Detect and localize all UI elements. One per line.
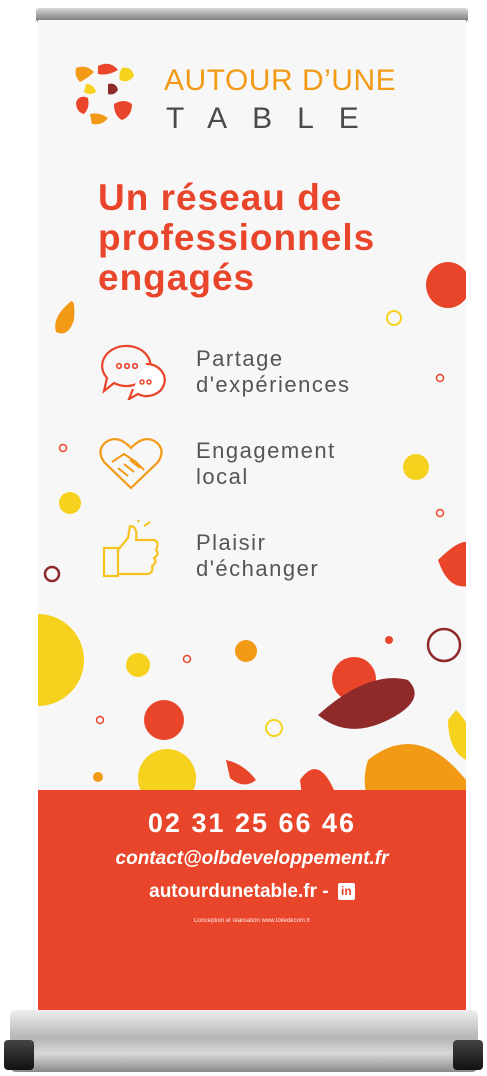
email-address[interactable]: contact@olbdeveloppement.fr xyxy=(38,848,466,870)
roll-up-banner: AUTOUR D’UNE TABLE Un réseau de professi… xyxy=(38,20,466,1020)
website-link[interactable]: autourdunetable.fr - xyxy=(149,881,328,902)
base-foot-left xyxy=(4,1040,34,1070)
phone-number[interactable]: 02 31 25 66 46 xyxy=(38,808,466,839)
base-foot-right xyxy=(453,1040,483,1070)
credit-line: Conception et réalisation www.toiledecom… xyxy=(193,918,311,924)
website-row: autourdunetable.fr - in xyxy=(38,881,466,903)
banner-base xyxy=(10,1010,478,1072)
contact-footer: 02 31 25 66 46 contact@olbdeveloppement.… xyxy=(38,790,466,1020)
linkedin-icon[interactable]: in xyxy=(337,883,355,900)
